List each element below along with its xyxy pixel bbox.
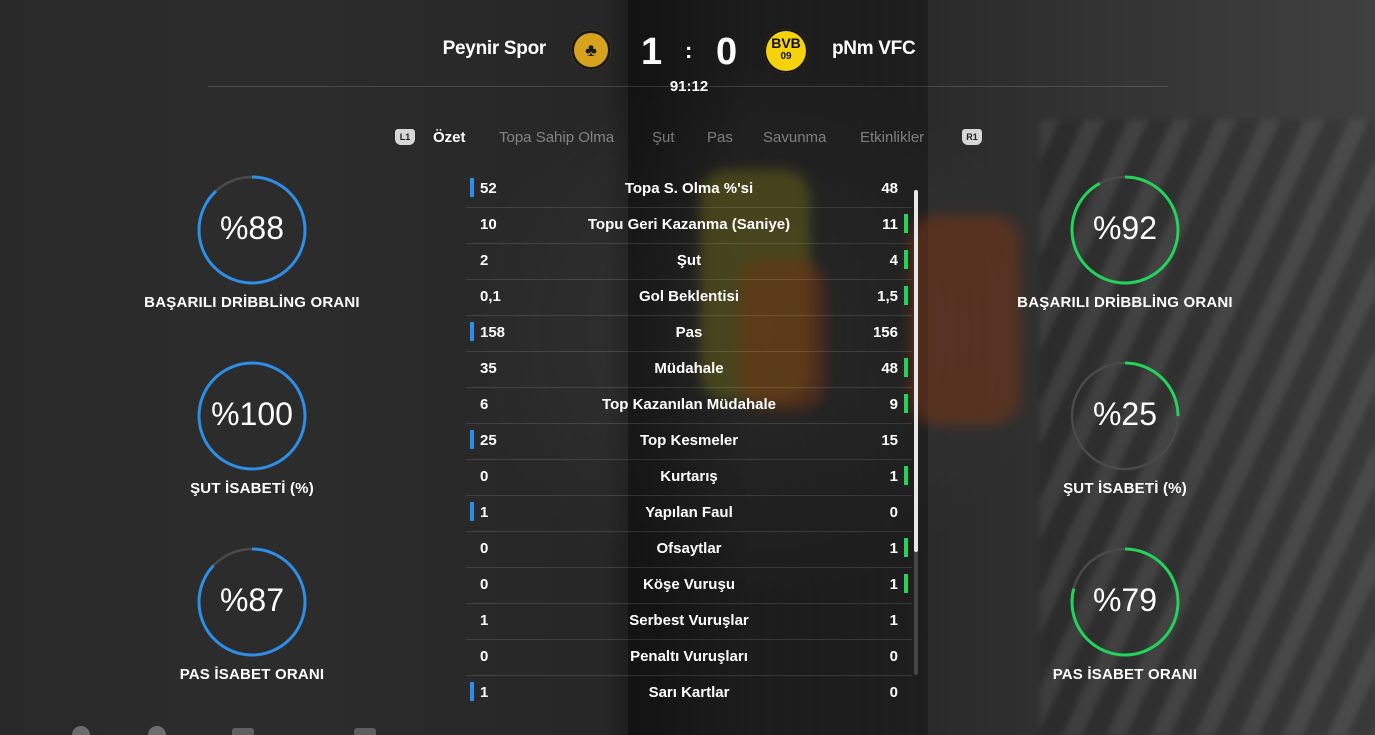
stat-name: Gol Beklentisi	[638, 288, 740, 305]
away-team-crest-icon: BVB 09	[764, 29, 808, 73]
stat-ring: %25 ŞUT İSABETİ (%)	[975, 361, 1275, 497]
stat-ring: %88 BAŞARILI DRİBBLİNG ORANI	[102, 175, 402, 311]
ring-value: %88	[219, 210, 285, 246]
stat-name: Sarı Kartlar	[648, 684, 730, 701]
away-stat-value: 4	[889, 252, 898, 269]
stat-row: 0 Ofsaytlar 1	[466, 532, 912, 568]
stat-row: 25 Top Kesmeler 15	[466, 424, 912, 460]
stat-row: 52 Topa S. Olma %'si 48	[466, 172, 912, 208]
tab-ozet[interactable]: Özet	[433, 129, 466, 146]
stat-name: Top Kazanılan Müdahale	[602, 396, 776, 413]
home-team-crest-icon: ♣	[571, 30, 611, 70]
away-stat-value: 1	[889, 612, 898, 629]
away-stat-value: 1,5	[877, 288, 898, 305]
scoreboard: Peynir Spor ♣ 1 : 0 BVB 09 pNm VFC 91:12	[0, 0, 1375, 110]
tab-topa-sahip-olma[interactable]: Topa Sahip Olma	[499, 129, 614, 146]
ring-label: BAŞARILI DRİBBLİNG ORANI	[144, 294, 360, 311]
ring-label: PAS İSABET ORANI	[179, 666, 325, 683]
ring-value: %92	[1092, 210, 1158, 246]
tab-etkinlikler[interactable]: Etkinlikler	[860, 129, 924, 146]
stat-row: 1 Serbest Vuruşlar 1	[466, 604, 912, 640]
stat-ring: %79 PAS İSABET ORANI	[975, 547, 1275, 683]
stats-tab-bar: L1 Özet Topa Sahip Olma Şut Pas Savunma …	[0, 126, 1375, 152]
touchpad-button-icon	[232, 728, 254, 735]
away-stat-value: 0	[889, 648, 898, 665]
ring-label: ŞUT İSABETİ (%)	[1063, 480, 1187, 497]
ring-label: ŞUT İSABETİ (%)	[190, 480, 314, 497]
score-separator: :	[685, 38, 693, 63]
stat-ring: %100 ŞUT İSABETİ (%)	[102, 361, 402, 497]
ring-label: PAS İSABET ORANI	[1052, 666, 1198, 683]
stats-scrollbar[interactable]	[914, 190, 918, 675]
stat-row: 158 Pas 156	[466, 316, 912, 352]
stat-name: Serbest Vuruşlar	[629, 612, 749, 629]
button-hint-bar	[70, 720, 570, 735]
stat-row: 2 Şut 4	[466, 244, 912, 280]
away-stat-value: 0	[889, 504, 898, 521]
stat-name: Top Kesmeler	[639, 432, 739, 449]
stat-name: Topu Geri Kazanma (Saniye)	[587, 216, 791, 233]
ring-value: %79	[1092, 582, 1158, 618]
stat-row: 0 Köşe Vuruşu 1	[466, 568, 912, 604]
stat-name: Yapılan Faul	[645, 504, 733, 521]
home-team-name: Peynir Spor	[442, 38, 547, 59]
away-stat-value: 156	[872, 324, 898, 341]
away-team-name: pNm VFC	[832, 38, 916, 59]
home-score: 1	[641, 31, 663, 73]
away-stat-value: 48	[881, 360, 898, 377]
tab-sut[interactable]: Şut	[652, 129, 675, 146]
match-stats-table: 52 Topa S. Olma %'si 48 10 Topu Geri Kazanma…	[466, 172, 912, 711]
l1-button-icon[interactable]: L1	[395, 129, 415, 145]
ring-value: %87	[219, 582, 285, 618]
stat-name: Penaltı Vuruşları	[630, 648, 748, 665]
ring-label: BAŞARILI DRİBBLİNG ORANI	[1017, 294, 1233, 311]
stat-ring: %87 PAS İSABET ORANI	[102, 547, 402, 683]
away-stat-value: 1	[889, 468, 898, 485]
stat-row: 35 Müdahale 48	[466, 352, 912, 388]
stat-name: Topa S. Olma %'si	[624, 180, 754, 197]
away-stat-value: 1	[889, 540, 898, 557]
away-stat-value: 0	[889, 684, 898, 701]
stat-row: 6 Top Kazanılan Müdahale 9	[466, 388, 912, 424]
stat-row: 0 Kurtarış 1	[466, 460, 912, 496]
ring-value: %100	[211, 396, 293, 432]
stat-row: 1 Yapılan Faul 0	[466, 496, 912, 532]
stat-name: Pas	[675, 324, 703, 341]
away-stat-value: 48	[881, 180, 898, 197]
stat-name: Kurtarış	[660, 468, 718, 485]
stat-row: 10 Topu Geri Kazanma (Saniye) 11	[466, 208, 912, 244]
r1-button-icon[interactable]: R1	[962, 129, 982, 145]
away-stat-value: 9	[889, 396, 898, 413]
ring-value: %25	[1092, 396, 1158, 432]
away-stat-value: 15	[881, 432, 898, 449]
stat-row: 0,1 Gol Beklentisi 1,5	[466, 280, 912, 316]
away-stat-value: 11	[882, 216, 898, 233]
away-score: 0	[716, 31, 738, 73]
stat-row: 1 Sarı Kartlar 0	[466, 676, 912, 711]
options-button-icon	[354, 728, 376, 735]
stat-ring: %92 BAŞARILI DRİBBLİNG ORANI	[975, 175, 1275, 311]
stat-name: Köşe Vuruşu	[643, 576, 735, 593]
tab-savunma[interactable]: Savunma	[763, 129, 826, 146]
stat-name: Müdahale	[654, 360, 724, 377]
header-divider	[208, 86, 1168, 87]
stat-name: Şut	[676, 252, 702, 269]
triangle-button-icon	[148, 726, 166, 735]
tab-pas[interactable]: Pas	[707, 129, 733, 146]
stat-row: 0 Penaltı Vuruşları 0	[466, 640, 912, 676]
stat-name: Ofsaytlar	[656, 540, 722, 557]
away-stat-value: 1	[889, 576, 898, 593]
stats-scrollbar-thumb[interactable]	[914, 190, 918, 552]
circle-button-icon	[72, 726, 90, 735]
